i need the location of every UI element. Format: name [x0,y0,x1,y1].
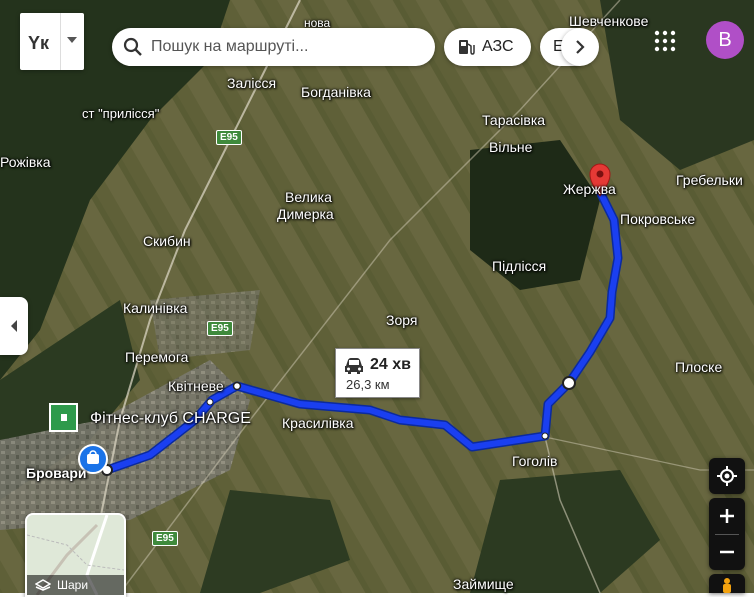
search-along-route-bar[interactable]: Пошук на маршруті... [112,28,435,66]
place-label-skybyn[interactable]: Скибин [143,233,191,249]
place-label-dymerka[interactable]: Димерка [277,206,334,222]
place-label-pidlissia[interactable]: Підлісся [492,258,546,274]
place-label-tarasivka[interactable]: Тарасівка [482,112,545,128]
zoom-controls [709,498,745,570]
place-label-hoholiv[interactable]: Гоголів [512,453,557,469]
place-label-zaimyshche[interactable]: Займище [453,576,514,592]
route-info-card[interactable]: 24 хв 26,3 км [335,348,420,398]
zoom-in-icon[interactable] [718,507,736,525]
place-label-velyka[interactable]: Велика [285,189,332,205]
route-distance: 26,3 км [346,377,390,392]
search-placeholder[interactable]: Пошук на маршруті... [151,38,308,56]
zoom-out-icon[interactable] [718,543,736,561]
chevron-down-icon[interactable] [67,37,77,43]
avatar[interactable]: B [706,21,744,59]
pegman-icon [723,578,731,593]
road-shield: E95 [152,531,178,546]
apps-grid-icon[interactable] [654,30,676,52]
place-label-zhernivka[interactable]: Жержва [563,181,616,197]
road-shield: E95 [216,130,242,145]
waypoint-marker [562,376,576,390]
place-label-fitness[interactable]: Фітнес-клуб CHARGE [90,410,251,428]
layers-label-bar: Шари [27,575,124,595]
place-label-kalynivka[interactable]: Калинівка [123,300,187,316]
gas-station-icon [459,40,475,55]
chevron-right-icon [576,40,585,54]
locate-icon [717,466,737,486]
route-duration: 24 хв [370,356,411,373]
place-label-zalissia[interactable]: Залісся [227,75,276,91]
place-label-zoria[interactable]: Зоря [386,312,417,328]
search-icon [123,37,142,56]
street-view-button[interactable] [709,574,745,593]
chips-scroll-right-button[interactable] [561,28,599,66]
layers-minimap[interactable]: Шари [25,513,126,597]
place-label-kvitneve[interactable]: Квітневе [168,378,224,394]
place-label-pokrovske[interactable]: Покровське [620,211,695,227]
place-label-brovary[interactable]: Бровари [26,465,87,481]
language-label: Yк [28,33,50,53]
place-label-peremoha[interactable]: Перемога [125,349,188,365]
place-label-shevchenkove[interactable]: Шевченкове [569,13,648,29]
collapse-left-icon [11,320,17,332]
satellite-map[interactable] [0,0,754,593]
waypoint-marker [232,381,242,391]
place-label-prylissia[interactable]: ст "прилісся" [82,106,159,121]
place-label-hrebelky[interactable]: Гребельки [676,172,743,188]
place-label-vilne[interactable]: Вільне [489,139,532,155]
place-label-rozhivka[interactable]: Рожівка [0,154,50,170]
place-label-krasylivka[interactable]: Красилівка [282,415,353,431]
waypoint-marker [206,398,214,406]
divider [715,534,739,535]
layers-label: Шари [57,578,89,592]
place-label-bohdanivka[interactable]: Богданівка [301,84,371,100]
car-icon [345,358,363,374]
my-location-button[interactable] [709,458,745,494]
layers-icon [35,579,51,591]
fitness-marker-icon [49,403,78,432]
language-selector[interactable]: Yк [20,13,84,70]
waypoint-marker [541,432,549,440]
divider [60,13,61,70]
collapse-side-panel-button[interactable] [0,297,28,355]
gas-station-label: АЗС [482,38,514,55]
gas-station-chip[interactable]: АЗС [444,28,531,66]
place-label-plosko[interactable]: Плоске [675,359,722,375]
road-shield: E95 [207,321,233,336]
